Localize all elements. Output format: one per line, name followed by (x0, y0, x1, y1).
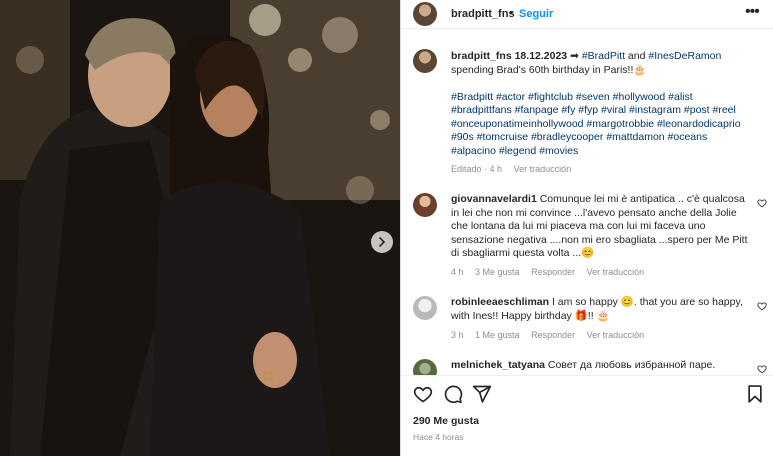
caption-date: 18.12.2023 (514, 50, 568, 62)
caption-username[interactable]: bradpitt_fns (451, 50, 512, 62)
commenter-username[interactable]: giovannavelardi1 (451, 193, 537, 205)
share-icon[interactable] (472, 384, 492, 404)
hashtags-line[interactable]: #onceuponatimeinhollywood #margotrobbie … (451, 118, 766, 132)
reply-button[interactable]: Responder (531, 267, 575, 277)
comments-list[interactable]: bradpitt_fns 18.12.2023 ➡ #BradPitt and … (401, 30, 773, 375)
commenter-avatar[interactable] (413, 193, 437, 217)
arrow-glyph: ➡ (570, 50, 579, 62)
caption-edited: Editado · 4 h (451, 164, 503, 174)
commenter-avatar[interactable] (413, 359, 437, 375)
comment-line: Совет да любовь избранной паре. (544, 359, 716, 371)
follow-button[interactable]: Seguir (519, 8, 553, 20)
comment-text: robinleeaeschliman I am so happy 😊. that… (451, 296, 766, 323)
commenter-username[interactable]: melnichek_tatyana (451, 359, 545, 371)
hashtags-line[interactable]: #Bradpitt #actor #fightclub #seven #holl… (451, 91, 766, 105)
caption-body: spending Brad's 60th birthday in Paris!!… (451, 63, 647, 76)
post-timestamp: Hace 4 horas (413, 432, 464, 442)
reply-button[interactable]: Responder (531, 330, 575, 340)
caption-text: bradpitt_fns 18.12.2023 ➡ #BradPitt and … (451, 50, 766, 158)
heart-icon[interactable] (413, 384, 433, 404)
chevron-right-icon (379, 237, 386, 247)
more-options-icon[interactable]: ••• (745, 3, 760, 21)
caption-and: and (625, 50, 649, 62)
hashtag-bradpitt[interactable]: #BradPitt (582, 50, 625, 62)
comment-icon[interactable] (443, 384, 463, 404)
bookmark-icon[interactable] (745, 384, 765, 404)
hashtags-line[interactable]: #90s #tomcruise #bradleycooper #mattdamo… (451, 131, 766, 145)
separator-dot: • (509, 7, 513, 19)
post-header: bradpitt_fns • Seguir ••• (401, 0, 773, 29)
comment-line: Comunque lei mi è antipatica .. c'è qual… (536, 193, 745, 205)
comment-line: sensazione negativa ....non mi ero sbagl… (451, 233, 748, 246)
comment-line: I am so happy 😊. that you are so happy, (549, 296, 743, 308)
translate-link[interactable]: Ver traducción (587, 330, 645, 340)
likes-count[interactable]: 290 Me gusta (413, 415, 479, 427)
comment-line: che lontana da lui mi piaceva ma con lui… (451, 220, 706, 232)
like-comment-heart-icon[interactable] (757, 364, 767, 374)
comment-likes[interactable]: 1 Me gusta (475, 330, 520, 340)
hashtags-line[interactable]: #bradpittfans #fanpage #fy #fyp #viral #… (451, 104, 766, 118)
comment-line: di sbagliarmi questa volta ...😊 (451, 247, 595, 259)
next-photo-button[interactable] (371, 231, 393, 253)
comment-meta: 3 h 1 Me gusta Responder Ver traducción (451, 330, 653, 340)
comment-line: with Ines!! Happy birthday 🎁!! 🎂 (451, 309, 610, 322)
hashtag-inesderamon[interactable]: #InesDeRamon (648, 50, 721, 62)
caption-translate-link[interactable]: Ver traducción (514, 164, 572, 174)
comment-line: in lei che non mi convince ...l'avevo pe… (451, 206, 737, 219)
like-comment-heart-icon[interactable] (757, 301, 767, 311)
caption-meta: Editado · 4 h Ver traducción (451, 164, 580, 174)
post-photo (0, 0, 400, 456)
comment-likes[interactable]: 3 Me gusta (475, 267, 520, 277)
comment-text: melnichek_tatyana Совет да любовь избран… (451, 359, 766, 373)
photo-illustration (0, 0, 400, 456)
like-comment-heart-icon[interactable] (757, 198, 767, 208)
translate-link[interactable]: Ver traducción (587, 267, 645, 277)
comment-time: 4 h (451, 267, 464, 277)
author-avatar[interactable] (413, 2, 437, 26)
comment-text: giovannavelardi1 Comunque lei mi è antip… (451, 193, 766, 261)
caption-avatar[interactable] (413, 49, 437, 73)
hashtags-line[interactable]: #alpacino #legend #movies (451, 145, 766, 159)
commenter-avatar[interactable] (413, 296, 437, 320)
commenter-username[interactable]: robinleeaeschliman (451, 296, 549, 308)
comment-meta: 4 h 3 Me gusta Responder Ver traducción (451, 267, 653, 277)
post-actions-bar: 290 Me gusta Hace 4 horas (401, 375, 773, 456)
author-username[interactable]: bradpitt_fns (451, 8, 515, 20)
post-side-panel: bradpitt_fns • Seguir ••• bradpitt_fns 1… (400, 0, 773, 456)
comment-time: 3 h (451, 330, 464, 340)
